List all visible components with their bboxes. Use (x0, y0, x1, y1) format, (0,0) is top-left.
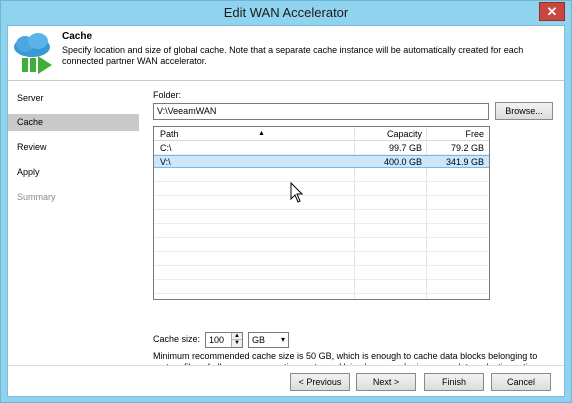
close-button[interactable]: ✕ (539, 2, 565, 21)
folder-label: Folder: (153, 90, 182, 100)
empty-row (154, 267, 489, 280)
empty-row (154, 169, 489, 182)
browse-button[interactable]: Browse... (495, 102, 553, 120)
title-bar[interactable]: Edit WAN Accelerator ✕ (1, 1, 571, 25)
edit-wan-accelerator-window: Edit WAN Accelerator ✕ Cache Specify loc… (0, 0, 572, 403)
volume-table[interactable]: Path ▲ Capacity Free C:\ 99.7 GB 79.2 GB… (153, 126, 490, 300)
cache-unit-value: GB (252, 335, 266, 345)
wizard-client-area: Cache Specify location and size of globa… (7, 25, 565, 397)
sidebar-item-cache[interactable]: Cache (8, 114, 139, 131)
stepper-buttons: ▲ ▼ (231, 333, 242, 347)
path-cell: V:\ (160, 157, 171, 167)
wizard-steps-sidebar: Server Cache Review Apply Summary (8, 82, 139, 365)
cache-unit-select[interactable]: GB ▾ (248, 332, 289, 348)
path-cell: C:\ (160, 143, 172, 153)
sidebar-item-review[interactable]: Review (8, 139, 139, 156)
cloud-arrow-icon (14, 33, 52, 74)
capacity-cell: 99.7 GB (388, 143, 422, 153)
empty-row (154, 183, 489, 196)
wizard-footer: < Previous Next > Finish Cancel (8, 365, 564, 396)
previous-button[interactable]: < Previous (290, 373, 350, 391)
empty-row (154, 281, 489, 294)
column-header-capacity[interactable]: Capacity (360, 127, 422, 141)
window-title: Edit WAN Accelerator (223, 5, 349, 20)
stepper-down-icon[interactable]: ▼ (232, 340, 242, 347)
cache-settings-panel: Folder: V:\VeeamWAN Browse... Path ▲ Cap… (153, 82, 559, 372)
sidebar-item-server[interactable]: Server (8, 90, 139, 107)
table-row[interactable]: C:\ 99.7 GB 79.2 GB (154, 142, 489, 155)
sort-ascending-icon: ▲ (258, 130, 265, 137)
sidebar-item-summary: Summary (17, 192, 56, 202)
capacity-cell: 400.0 GB (383, 157, 422, 167)
page-description: Specify location and size of global cach… (62, 45, 524, 66)
close-icon: ✕ (546, 4, 558, 19)
cache-size-label: Cache size: (153, 334, 201, 344)
stepper-up-icon[interactable]: ▲ (232, 333, 242, 340)
empty-row (154, 225, 489, 238)
empty-row (154, 197, 489, 210)
table-header: Path ▲ Capacity Free (154, 127, 489, 141)
folder-input[interactable]: V:\VeeamWAN (153, 103, 489, 120)
finish-button[interactable]: Finish (424, 373, 484, 391)
table-row-selected[interactable]: V:\ 400.0 GB 341.9 GB (154, 155, 489, 168)
cache-size-stepper[interactable]: 100 ▲ ▼ (205, 332, 243, 348)
chevron-down-icon: ▾ (280, 335, 285, 344)
free-cell: 341.9 GB (445, 157, 484, 167)
cache-size-value[interactable]: 100 (209, 334, 224, 347)
wizard-header: Cache Specify location and size of globa… (8, 26, 564, 81)
cancel-button[interactable]: Cancel (491, 373, 551, 391)
empty-row (154, 239, 489, 252)
empty-row (154, 211, 489, 224)
empty-row (154, 253, 489, 266)
sidebar-item-apply[interactable]: Apply (8, 164, 139, 181)
page-title: Cache (62, 31, 93, 42)
column-header-path[interactable]: Path (160, 127, 179, 141)
next-button[interactable]: Next > (356, 373, 416, 391)
free-cell: 79.2 GB (450, 143, 484, 153)
column-header-free[interactable]: Free (428, 127, 484, 141)
